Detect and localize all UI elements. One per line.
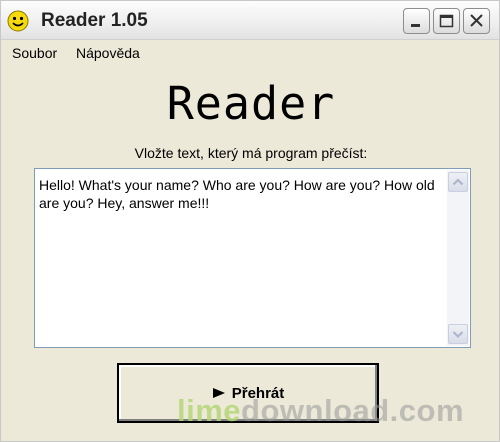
text-input-container: Hello! What's your name? Who are you? Ho…	[34, 168, 471, 348]
watermark-part2: download.com	[241, 393, 465, 428]
text-input[interactable]: Hello! What's your name? Who are you? Ho…	[37, 172, 443, 342]
watermark: limedownload.com	[177, 393, 464, 429]
smiley-icon	[7, 10, 29, 32]
scroll-down-button[interactable]	[448, 324, 468, 344]
close-button[interactable]	[463, 8, 490, 34]
menu-soubor[interactable]: Soubor	[12, 45, 57, 61]
vertical-scrollbar[interactable]	[447, 170, 469, 346]
title-bar[interactable]: Reader 1.05	[1, 1, 499, 40]
scroll-up-button[interactable]	[448, 172, 468, 192]
menu-napoveda[interactable]: Nápověda	[76, 45, 140, 61]
maximize-icon	[439, 14, 454, 28]
window-title: Reader 1.05	[41, 10, 148, 31]
maximize-button[interactable]	[433, 8, 460, 34]
close-icon	[470, 14, 483, 27]
chevron-up-icon	[452, 178, 464, 186]
menu-bar: Soubor Nápověda	[1, 40, 499, 66]
minimize-button[interactable]	[403, 8, 430, 34]
watermark-part1: lime	[177, 393, 242, 428]
minimize-icon	[411, 24, 420, 27]
app-window: Reader 1.05 Soubor Nápověda Reader Vložt…	[0, 0, 500, 442]
chevron-down-icon	[452, 331, 464, 339]
input-prompt-label: Vložte text, který má program přečíst:	[134, 145, 368, 161]
app-heading: Reader	[166, 77, 336, 130]
